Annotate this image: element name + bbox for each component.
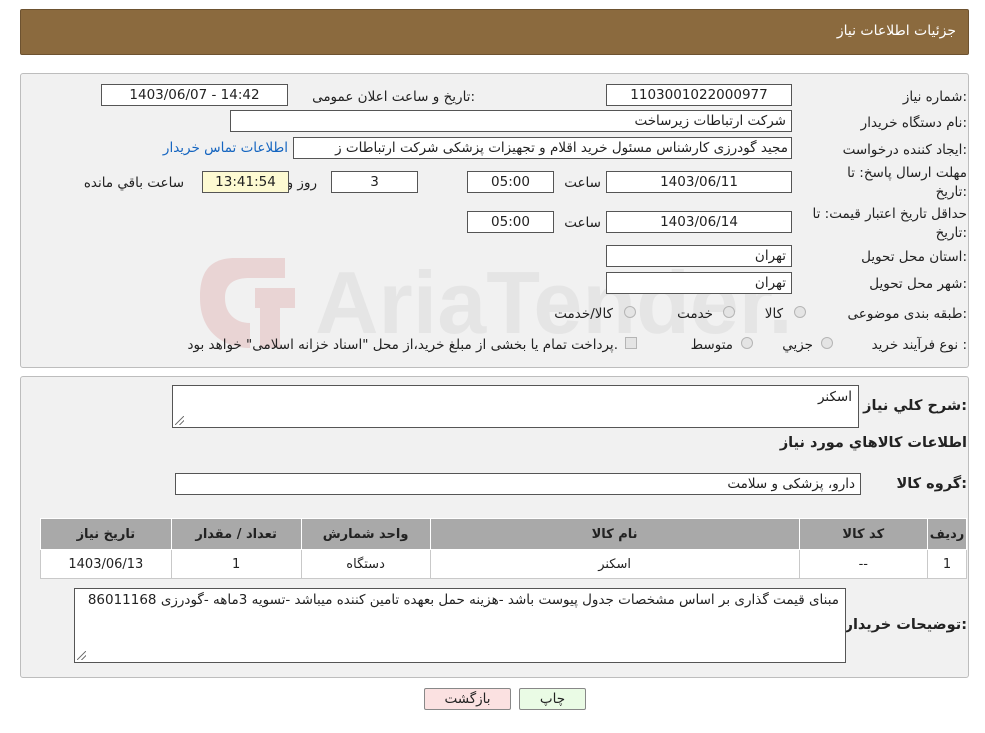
city-label: شهر محل تحویل: [869, 276, 967, 292]
remaining-days-field: 3 [331, 171, 418, 193]
category-goods-service-label: کالا/خدمت [554, 306, 613, 322]
table-row: 1403/06/13 1 دستگاه اسکنر -- 1 [40, 549, 967, 579]
deadline-date-field: 1403/06/11 [606, 171, 792, 193]
deadline-label: مهلت ارسال پاسخ: تا [847, 165, 967, 181]
category-label: طبقه بندی موضوعی: [847, 306, 967, 322]
cell-quantity: 1 [170, 549, 302, 579]
purchase-medium-radio[interactable] [741, 337, 753, 349]
treasury-checkbox[interactable] [625, 337, 637, 349]
buyer-notes-label: توضیحات خریدار: [844, 617, 967, 633]
deadline-label-date: تاریخ: [935, 184, 967, 200]
col-unit: واحد شمارش [300, 518, 431, 550]
deadline-time-label: ساعت [564, 175, 601, 191]
category-goods-service-radio[interactable] [624, 306, 636, 318]
page-header: جزئیات اطلاعات نیاز [20, 9, 969, 55]
col-quantity: تعداد / مقدار [170, 518, 302, 550]
general-desc-field: اسکنر [172, 385, 859, 428]
remaining-label: ساعت باقي مانده [83, 175, 184, 191]
table-header-row: تاریخ نیاز تعداد / مقدار واحد شمارش نام … [40, 518, 967, 550]
cell-need-date: 1403/06/13 [40, 549, 172, 579]
watermark-logo-icon [200, 258, 295, 348]
category-goods-radio[interactable] [794, 306, 806, 318]
payment-note: پرداخت تمام یا بخشی از مبلغ خرید،از محل … [187, 337, 618, 353]
back-button[interactable]: بازگشت [424, 688, 511, 710]
purchase-medium-label: متوسط [690, 337, 733, 353]
announce-label: تاریخ و ساعت اعلان عمومی: [312, 89, 475, 105]
cell-goods-code: -- [798, 549, 929, 579]
buyer-notes-text: مبنای قیمت گذاری بر اساس مشخصات جدول پیو… [87, 592, 839, 608]
general-desc-label: شرح کلي نیاز: [863, 398, 967, 414]
province-field: تهران [606, 245, 792, 267]
category-service-radio[interactable] [723, 306, 735, 318]
city-field: تهران [606, 272, 792, 294]
buyer-notes-field: مبنای قیمت گذاری بر اساس مشخصات جدول پیو… [74, 588, 846, 663]
days-label: روز و [286, 175, 317, 191]
province-label: استان محل تحویل: [861, 249, 967, 265]
validity-date-field: 1403/06/14 [606, 211, 792, 233]
resize-grip-icon[interactable] [77, 651, 86, 660]
cell-unit: دستگاه [300, 549, 431, 579]
resize-grip-icon[interactable] [175, 416, 184, 425]
min-validity-label-date: تاریخ: [935, 225, 967, 241]
buyer-org-label: نام دستگاه خریدار: [860, 115, 967, 131]
general-desc-text: اسکنر [817, 389, 852, 405]
min-validity-label: حداقل تاریخ اعتبار قیمت: تا [812, 206, 967, 222]
page-title: جزئیات اطلاعات نیاز [836, 23, 956, 39]
buyer-contact-link[interactable]: اطلاعات تماس خریدار [163, 140, 288, 156]
need-number-label: شماره نیاز: [902, 89, 967, 105]
purchase-type-label: نوع فرآیند خرید : [871, 337, 967, 353]
cell-row-number: 1 [927, 549, 967, 579]
creator-label: ایجاد کننده درخواست: [842, 142, 967, 158]
col-need-date: تاریخ نیاز [40, 518, 172, 550]
buyer-org-field: شرکت ارتباطات زیرساخت [230, 110, 792, 132]
cell-goods-name: اسکنر [429, 549, 800, 579]
category-goods-label: کالا [764, 306, 783, 322]
deadline-time-field: 05:00 [467, 171, 554, 193]
validity-time-label: ساعت [564, 215, 601, 231]
validity-time-field: 05:00 [467, 211, 554, 233]
goods-table: تاریخ نیاز تعداد / مقدار واحد شمارش نام … [40, 518, 967, 579]
announce-datetime-field: 1403/06/07 - 14:42 [101, 84, 288, 106]
creator-field: مجید گودرزی کارشناس مسئول خرید اقلام و ت… [293, 137, 792, 159]
need-number-field: 1103001022000977 [606, 84, 792, 106]
goods-group-field: دارو، پزشکی و سلامت [175, 473, 861, 495]
col-goods-code: کد کالا [798, 518, 929, 550]
goods-group-label: گروه کالا: [896, 476, 967, 492]
category-service-label: خدمت [677, 306, 713, 322]
col-goods-name: نام کالا [429, 518, 800, 550]
purchase-partial-radio[interactable] [821, 337, 833, 349]
goods-info-title: اطلاعات کالاهاي مورد نیاز [779, 435, 967, 451]
purchase-partial-label: جزیي [782, 337, 813, 353]
remaining-time-field: 13:41:54 [202, 171, 289, 193]
col-row-number: ردیف [927, 518, 967, 550]
print-button[interactable]: چاپ [519, 688, 586, 710]
